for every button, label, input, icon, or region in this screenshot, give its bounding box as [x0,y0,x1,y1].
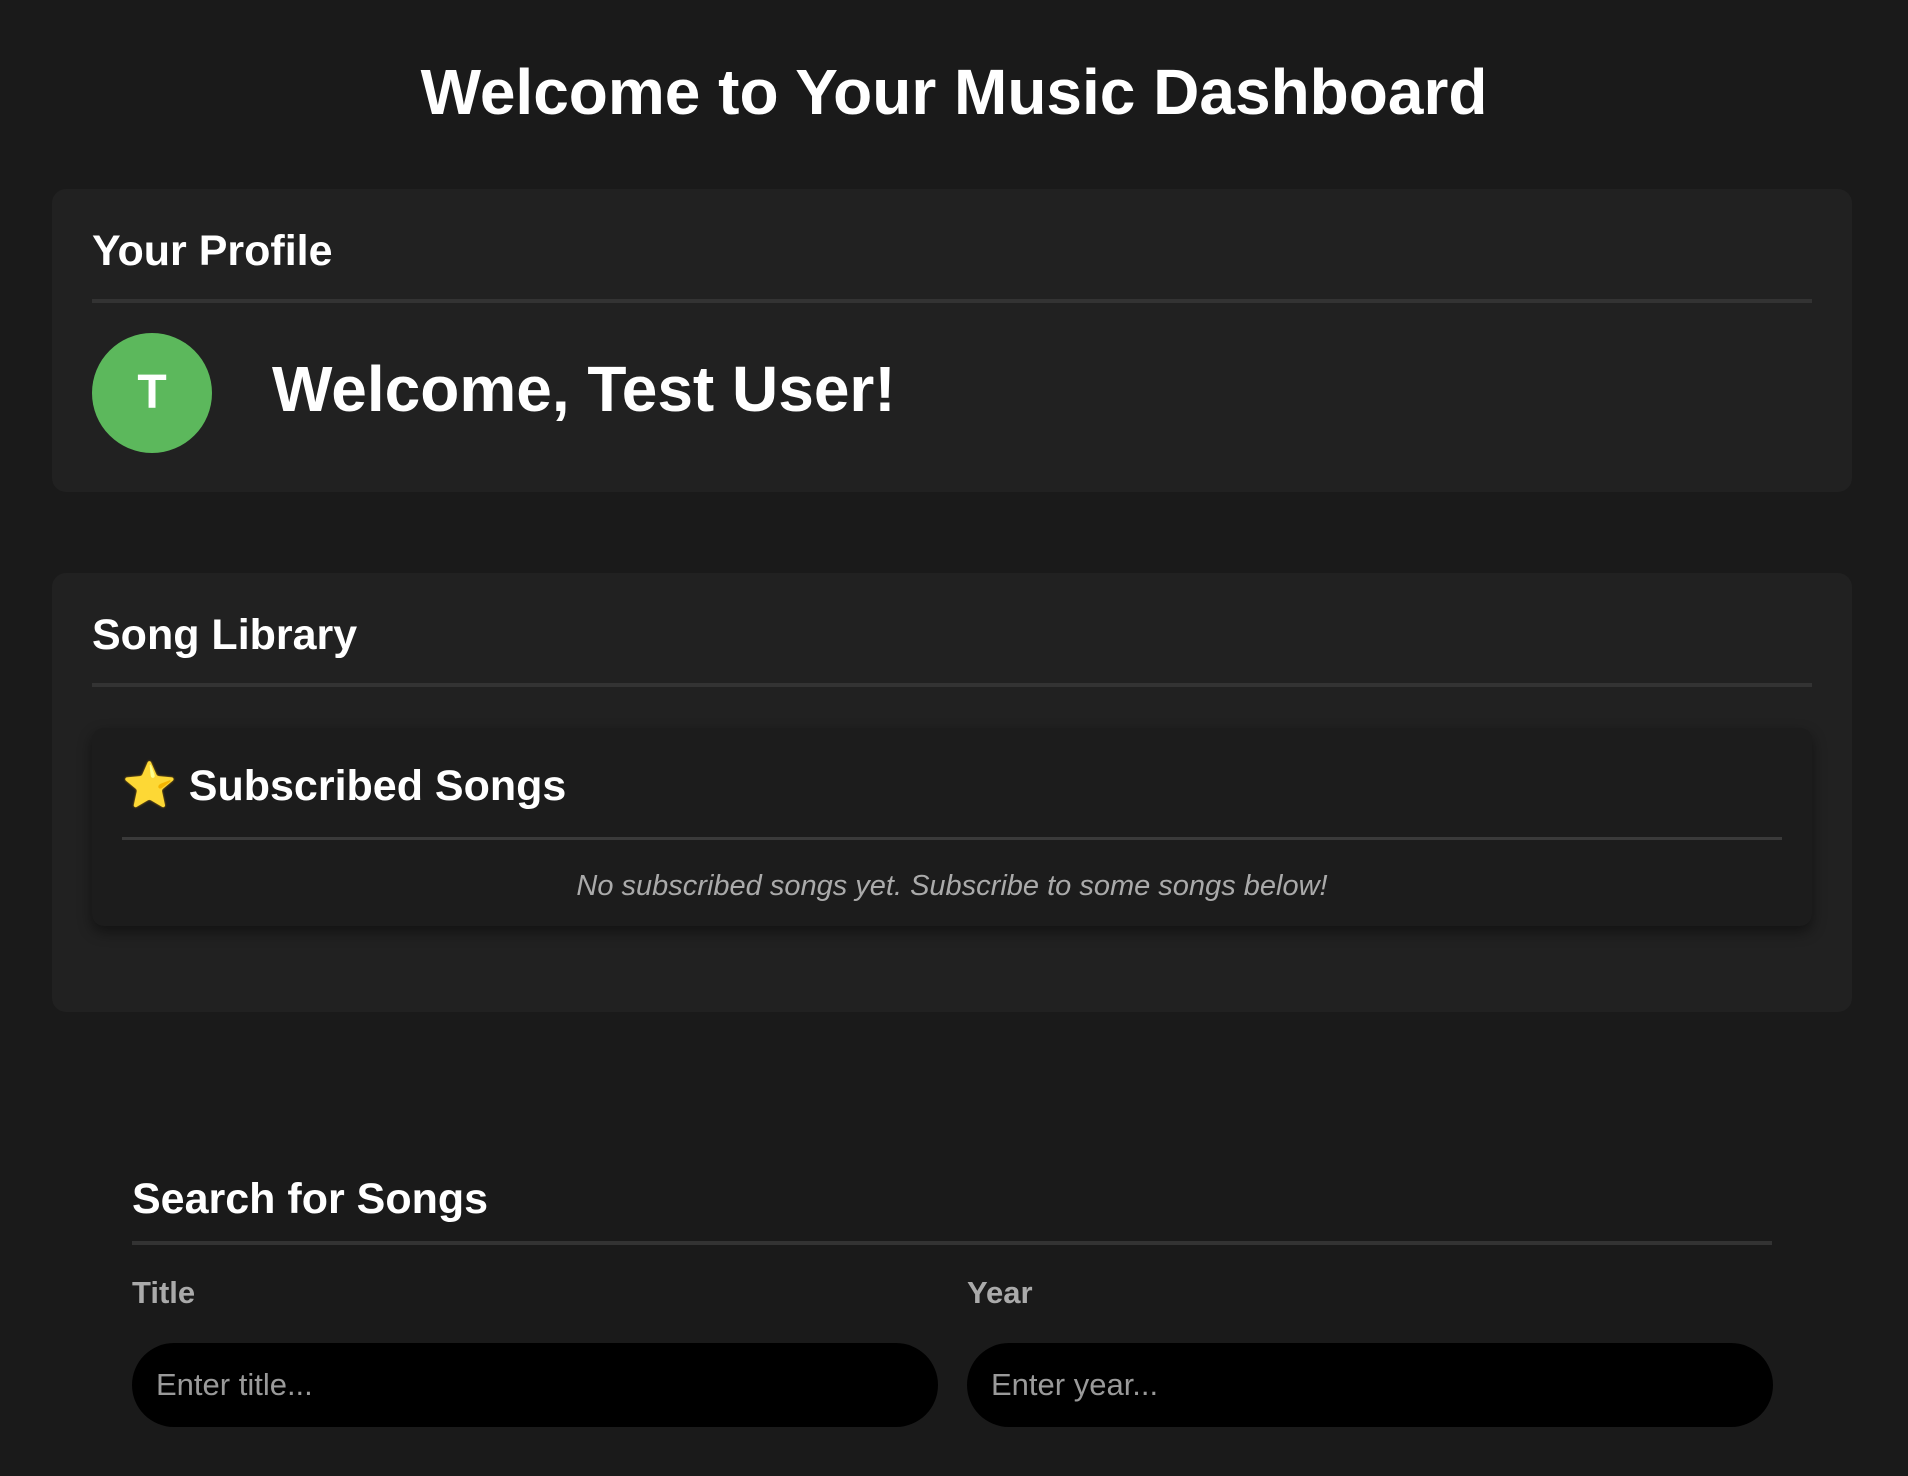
subscribed-songs-divider [122,837,1782,840]
song-library-card: Song Library ⭐ Subscribed Songs No subscr… [52,573,1852,1012]
welcome-message: Welcome, Test User! [272,353,896,425]
profile-heading: Your Profile [92,227,333,275]
search-heading: Search for Songs [132,1175,489,1223]
search-divider [132,1241,1772,1245]
page-title: Welcome to Your Music Dashboard [420,56,1488,128]
song-library-heading: Song Library [92,611,358,659]
profile-divider [92,299,1812,303]
avatar: T [92,333,212,453]
song-library-divider [92,683,1812,687]
subscribed-songs-label: Subscribed Songs [188,762,567,810]
title-input[interactable] [132,1343,938,1427]
year-label: Year [967,1275,1033,1310]
star-icon: ⭐ [122,761,177,810]
profile-card: Your Profile T Welcome, Test User! [52,189,1852,492]
empty-state-message: No subscribed songs yet. Subscribe to so… [576,870,1328,902]
subscribed-songs-heading: ⭐ Subscribed Songs [122,760,566,812]
title-label: Title [132,1275,196,1310]
year-input[interactable] [967,1343,1773,1427]
subscribed-songs-panel: ⭐ Subscribed Songs No subscribed songs ye… [92,728,1812,926]
